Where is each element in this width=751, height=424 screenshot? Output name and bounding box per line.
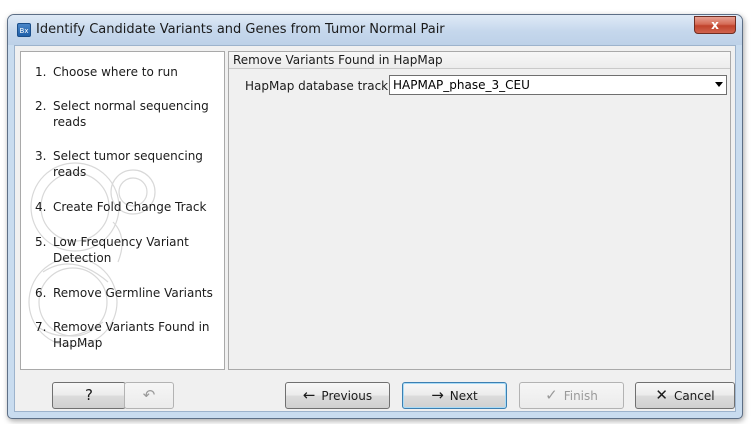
steps-panel: 1. Choose where to run 2. Select normal se… xyxy=(20,51,225,370)
section-title: Remove Variants Found in HapMap xyxy=(229,52,730,69)
arrow-right-icon: → xyxy=(431,386,444,404)
next-button[interactable]: → Next xyxy=(402,382,507,409)
previous-label: Previous xyxy=(321,388,373,403)
next-label: Next xyxy=(449,388,478,403)
arrow-left-icon: ← xyxy=(302,386,316,404)
step-4: 4. Create Fold Change Track xyxy=(35,199,221,215)
step-5: 5. Low Frequency Variant Detection xyxy=(35,234,221,266)
step-label: Choose where to run xyxy=(53,65,178,79)
finish-button[interactable]: ✓ Finish xyxy=(519,382,624,409)
close-button[interactable]: x xyxy=(694,16,736,34)
step-label: Create Fold Change Track xyxy=(53,200,207,214)
reset-button[interactable]: ↶ xyxy=(124,382,174,409)
cross-icon: ✕ xyxy=(655,386,668,404)
window-title: Identify Candidate Variants and Genes fr… xyxy=(36,22,445,37)
cancel-button[interactable]: ✕ Cancel xyxy=(635,382,735,409)
hapmap-track-value: HAPMAP_phase_3_CEU xyxy=(393,78,530,92)
step-label: Select tumor sequencing reads xyxy=(53,149,203,179)
help-button[interactable]: ? xyxy=(52,382,126,409)
checkmark-icon: ✓ xyxy=(545,386,558,404)
step-label: Remove Variants Found in HapMap xyxy=(53,320,210,350)
step-6: 6. Remove Germline Variants xyxy=(35,285,221,301)
step-1: 1. Choose where to run xyxy=(35,64,221,80)
wizard-dialog: Bx Identify Candidate Variants and Genes… xyxy=(7,14,743,419)
cancel-label: Cancel xyxy=(673,388,715,403)
step-label: Remove Germline Variants xyxy=(53,286,213,300)
question-icon: ? xyxy=(85,386,93,404)
finish-label: Finish xyxy=(563,388,598,403)
title-bar: Bx Identify Candidate Variants and Genes… xyxy=(8,15,742,45)
app-icon: Bx xyxy=(17,23,31,37)
step-label: Low Frequency Variant Detection xyxy=(53,235,189,265)
step-label: Select normal sequencing reads xyxy=(53,99,209,129)
close-icon: x xyxy=(711,18,719,32)
hapmap-track-label: HapMap database track xyxy=(245,79,389,93)
previous-button[interactable]: ← Previous xyxy=(285,382,390,409)
content-panel: Remove Variants Found in HapMap HapMap d… xyxy=(228,51,731,370)
chevron-down-icon xyxy=(715,82,723,87)
undo-arrow-icon: ↶ xyxy=(142,386,156,404)
step-2: 2. Select normal sequencing reads xyxy=(35,98,221,130)
step-7-current: 7. Remove Variants Found in HapMap xyxy=(35,319,221,351)
step-3: 3. Select tumor sequencing reads xyxy=(35,148,221,180)
hapmap-track-select[interactable]: HAPMAP_phase_3_CEU xyxy=(389,75,727,95)
dialog-body: 1. Choose where to run 2. Select normal se… xyxy=(14,45,736,412)
